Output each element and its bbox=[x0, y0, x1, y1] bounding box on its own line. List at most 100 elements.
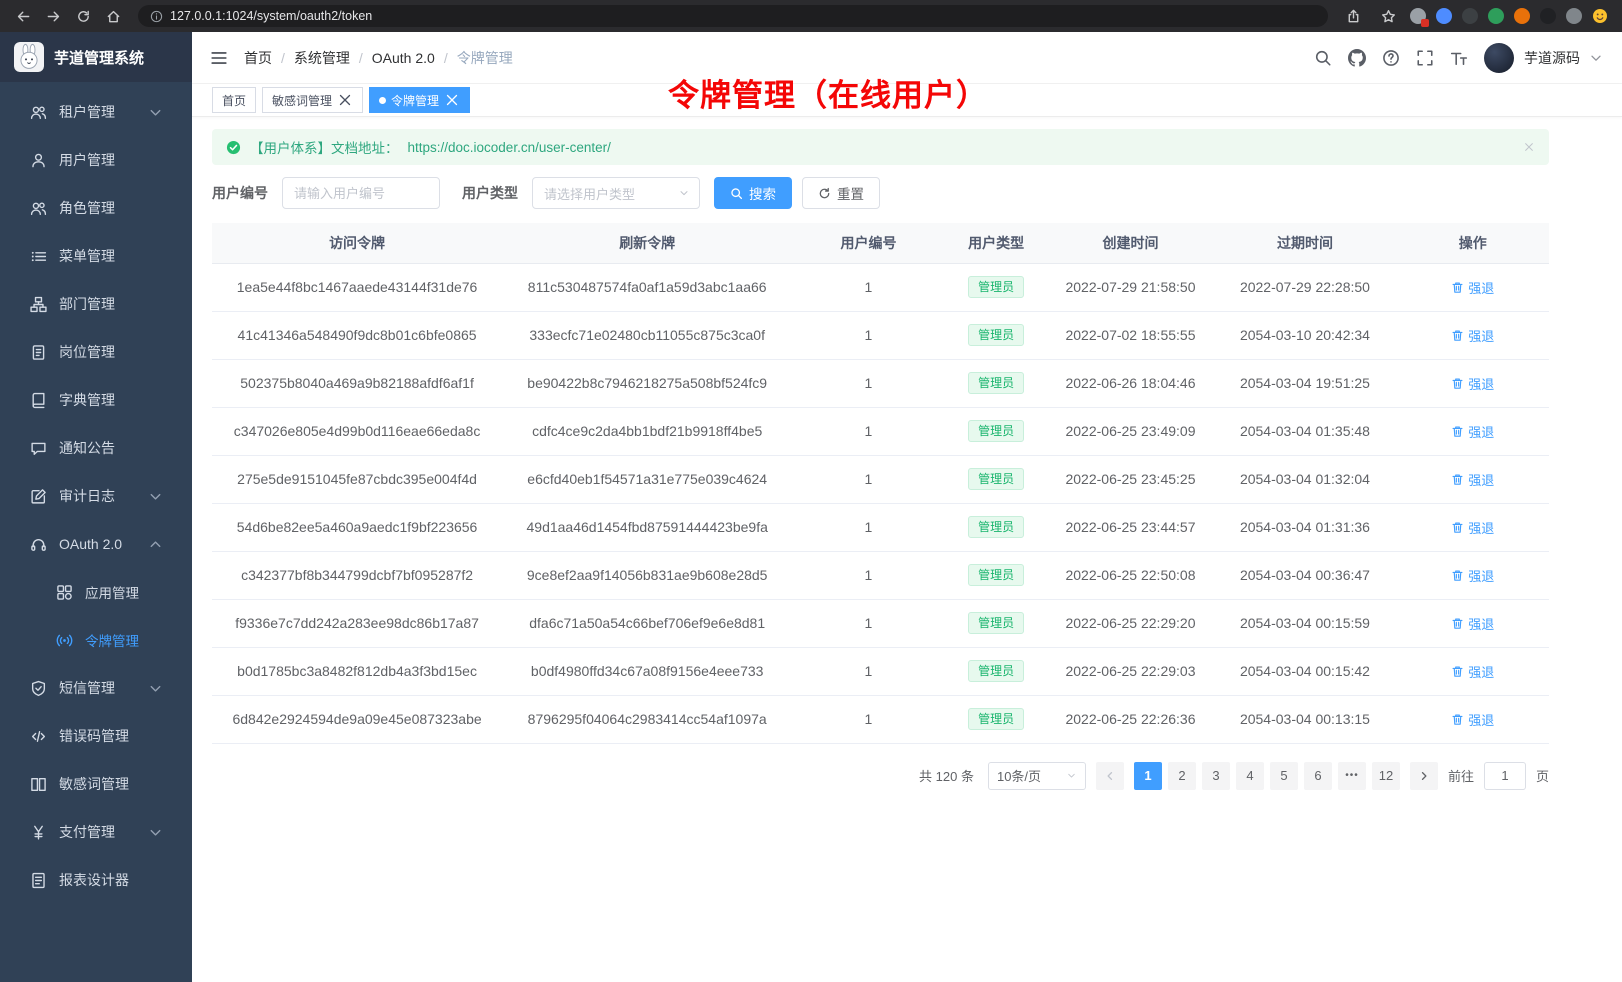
more-pages-button[interactable]: ••• bbox=[1338, 762, 1366, 790]
force-logout-link[interactable]: 强退 bbox=[1451, 422, 1494, 441]
tab-oauth2-token[interactable]: 令牌管理 bbox=[369, 87, 470, 113]
user-menu-caret-icon[interactable] bbox=[1588, 50, 1604, 66]
sidebar-item-user[interactable]: 用户管理 bbox=[0, 136, 192, 184]
refresh-token-cell: 49d1aa46d1454fbd87591444423be9fa bbox=[502, 503, 792, 551]
page-button-4[interactable]: 4 bbox=[1236, 762, 1264, 790]
search-button[interactable]: 搜索 bbox=[714, 177, 792, 209]
alert-close-icon[interactable] bbox=[1523, 141, 1535, 153]
force-logout-link[interactable]: 强退 bbox=[1451, 278, 1494, 297]
breadcrumb-item[interactable]: OAuth 2.0 bbox=[372, 50, 435, 66]
browser-back-icon[interactable] bbox=[10, 4, 36, 28]
user-type-badge: 管理员 bbox=[968, 276, 1024, 298]
sidebar-item-oauth2[interactable]: OAuth 2.0 bbox=[0, 520, 192, 568]
browser-home-icon[interactable] bbox=[100, 4, 126, 28]
user-type-select[interactable]: 请选择用户类型 bbox=[532, 177, 700, 209]
smiley-avatar-icon[interactable] bbox=[1592, 8, 1608, 24]
sidebar-item-oauth2-token[interactable]: 令牌管理 bbox=[0, 616, 192, 664]
force-logout-link[interactable]: 强退 bbox=[1451, 614, 1494, 633]
expire-time-cell: 2022-07-29 22:28:50 bbox=[1213, 263, 1396, 311]
extensions-grid-icon[interactable] bbox=[1410, 8, 1426, 24]
breadcrumb-item[interactable]: 系统管理 bbox=[294, 48, 350, 68]
app-logo[interactable]: 芋道管理系统 bbox=[0, 32, 192, 82]
force-logout-link[interactable]: 强退 bbox=[1451, 374, 1494, 393]
force-logout-label: 强退 bbox=[1468, 374, 1494, 393]
sidebar-item-tenant[interactable]: 租户管理 bbox=[0, 88, 192, 136]
sidebar-item-dept[interactable]: 部门管理 bbox=[0, 280, 192, 328]
dark-extension-icon[interactable] bbox=[1462, 8, 1478, 24]
sidebar-item-sensitive-word[interactable]: 敏感词管理 bbox=[0, 760, 192, 808]
sidebar-item-label: 菜单管理 bbox=[59, 246, 115, 266]
force-logout-link[interactable]: 强退 bbox=[1451, 518, 1494, 537]
table-row: 6d842e2924594de9a09e45e087323abe8796295f… bbox=[212, 695, 1549, 743]
sidebar-item-audit-log[interactable]: 审计日志 bbox=[0, 472, 192, 520]
page-button-2[interactable]: 2 bbox=[1168, 762, 1196, 790]
github-icon[interactable] bbox=[1348, 49, 1366, 67]
user-type-cell: 管理员 bbox=[945, 695, 1048, 743]
user-type-cell: 管理员 bbox=[945, 551, 1048, 599]
user-id-input[interactable] bbox=[282, 177, 440, 209]
goto-page-input[interactable] bbox=[1484, 762, 1526, 790]
sidebar-item-sms[interactable]: 短信管理 bbox=[0, 664, 192, 712]
table-row: 54d6be82ee5a460a9aedc1f9bf22365649d1aa46… bbox=[212, 503, 1549, 551]
tab-close-icon[interactable] bbox=[444, 92, 460, 108]
page-button-1[interactable]: 1 bbox=[1134, 762, 1162, 790]
sidebar-item-error-code[interactable]: 错误码管理 bbox=[0, 712, 192, 760]
prev-page-button[interactable] bbox=[1096, 762, 1124, 790]
pagination: 共 120 条 10条/页 123456•••12 前往 页 bbox=[212, 762, 1549, 790]
alert-doc-link[interactable]: https://doc.iocoder.cn/user-center/ bbox=[408, 140, 611, 155]
help-icon[interactable] bbox=[1382, 49, 1400, 67]
user-name[interactable]: 芋道源码 bbox=[1524, 48, 1580, 68]
sidebar-item-label: 审计日志 bbox=[59, 486, 115, 506]
report-designer-icon bbox=[30, 872, 47, 889]
error-code-icon bbox=[30, 728, 47, 745]
force-logout-link[interactable]: 强退 bbox=[1451, 710, 1494, 729]
sidebar-item-menu[interactable]: 菜单管理 bbox=[0, 232, 192, 280]
reset-button[interactable]: 重置 bbox=[802, 177, 880, 209]
blue-extension-icon[interactable] bbox=[1436, 8, 1452, 24]
black-extension-icon[interactable] bbox=[1540, 8, 1556, 24]
site-info-icon[interactable] bbox=[150, 10, 163, 23]
bookmark-star-icon[interactable] bbox=[1375, 4, 1401, 28]
page-button-5[interactable]: 5 bbox=[1270, 762, 1298, 790]
page-button-6[interactable]: 6 bbox=[1304, 762, 1332, 790]
sidebar-toggle-icon[interactable] bbox=[210, 49, 228, 67]
gray-half-extension-icon[interactable] bbox=[1566, 8, 1582, 24]
page-size-value: 10条/页 bbox=[997, 766, 1041, 785]
page-size-select[interactable]: 10条/页 bbox=[988, 762, 1086, 790]
orange-extension-icon[interactable] bbox=[1514, 8, 1530, 24]
force-logout-link[interactable]: 强退 bbox=[1451, 326, 1494, 345]
org-tree-icon bbox=[30, 296, 47, 313]
tab-home[interactable]: 首页 bbox=[212, 87, 256, 113]
breadcrumb-item[interactable]: 首页 bbox=[244, 48, 272, 68]
column-header: 用户类型 bbox=[945, 223, 1048, 263]
sidebar-item-role[interactable]: 角色管理 bbox=[0, 184, 192, 232]
force-logout-link[interactable]: 强退 bbox=[1451, 662, 1494, 681]
font-size-icon[interactable] bbox=[1450, 49, 1468, 67]
force-logout-link[interactable]: 强退 bbox=[1451, 470, 1494, 489]
fullscreen-icon[interactable] bbox=[1416, 49, 1434, 67]
table-row: 1ea5e44f8bc1467aaede43144f31de76811c5304… bbox=[212, 263, 1549, 311]
token-broadcast-icon bbox=[56, 632, 73, 649]
tab-sensitive-word[interactable]: 敏感词管理 bbox=[262, 87, 363, 113]
page-button-12[interactable]: 12 bbox=[1372, 762, 1400, 790]
browser-reload-icon[interactable] bbox=[70, 4, 96, 28]
user-type-label: 用户类型 bbox=[462, 183, 518, 203]
sidebar-item-post[interactable]: 岗位管理 bbox=[0, 328, 192, 376]
share-icon[interactable] bbox=[1340, 4, 1366, 28]
browser-url-bar[interactable]: 127.0.0.1:1024/system/oauth2/token bbox=[138, 5, 1328, 27]
sidebar-item-notice[interactable]: 通知公告 bbox=[0, 424, 192, 472]
search-icon[interactable] bbox=[1314, 49, 1332, 67]
sidebar-item-pay[interactable]: 支付管理 bbox=[0, 808, 192, 856]
tab-close-icon[interactable] bbox=[337, 92, 353, 108]
green-extension-icon[interactable] bbox=[1488, 8, 1504, 24]
app-title: 芋道管理系统 bbox=[54, 47, 144, 68]
browser-forward-icon[interactable] bbox=[40, 4, 66, 28]
refresh-icon bbox=[818, 187, 831, 200]
sidebar-item-report-designer[interactable]: 报表设计器 bbox=[0, 856, 192, 904]
next-page-button[interactable] bbox=[1410, 762, 1438, 790]
user-avatar[interactable] bbox=[1484, 43, 1514, 73]
force-logout-link[interactable]: 强退 bbox=[1451, 566, 1494, 585]
page-button-3[interactable]: 3 bbox=[1202, 762, 1230, 790]
sidebar-item-dict[interactable]: 字典管理 bbox=[0, 376, 192, 424]
sidebar-item-oauth2-application[interactable]: 应用管理 bbox=[0, 568, 192, 616]
